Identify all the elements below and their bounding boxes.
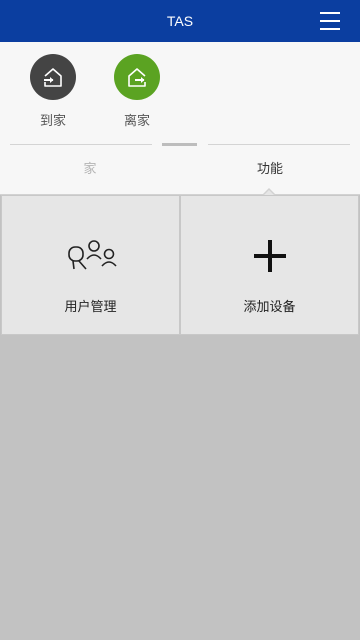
- add-device-tile[interactable]: 添加设备: [180, 195, 359, 335]
- tab-home[interactable]: 家: [0, 158, 180, 177]
- leave-home-label: 离家: [123, 114, 150, 129]
- drawer-handle[interactable]: [162, 143, 197, 146]
- function-grid: 用户管理 添加设备: [0, 195, 360, 337]
- users-icon: [2, 238, 179, 278]
- plus-icon: [181, 238, 358, 278]
- arrive-home-button[interactable]: 到家: [23, 54, 83, 129]
- mode-panel: 到家 离家 家 功能: [0, 42, 360, 196]
- top-app-bar: TAS: [0, 0, 360, 42]
- leave-home-button[interactable]: 离家: [107, 54, 167, 129]
- arrive-home-label: 到家: [39, 114, 66, 129]
- user-management-tile[interactable]: 用户管理: [1, 195, 180, 335]
- app-title: TAS: [166, 13, 194, 29]
- hamburger-menu-icon[interactable]: [320, 12, 340, 30]
- user-management-label: 用户管理: [64, 300, 117, 315]
- arrive-home-icon: [30, 54, 76, 100]
- leave-home-icon: [114, 54, 160, 100]
- divider-left: [10, 144, 152, 145]
- divider-right: [208, 144, 350, 145]
- add-device-label: 添加设备: [243, 300, 296, 315]
- tab-functions[interactable]: 功能: [180, 158, 360, 177]
